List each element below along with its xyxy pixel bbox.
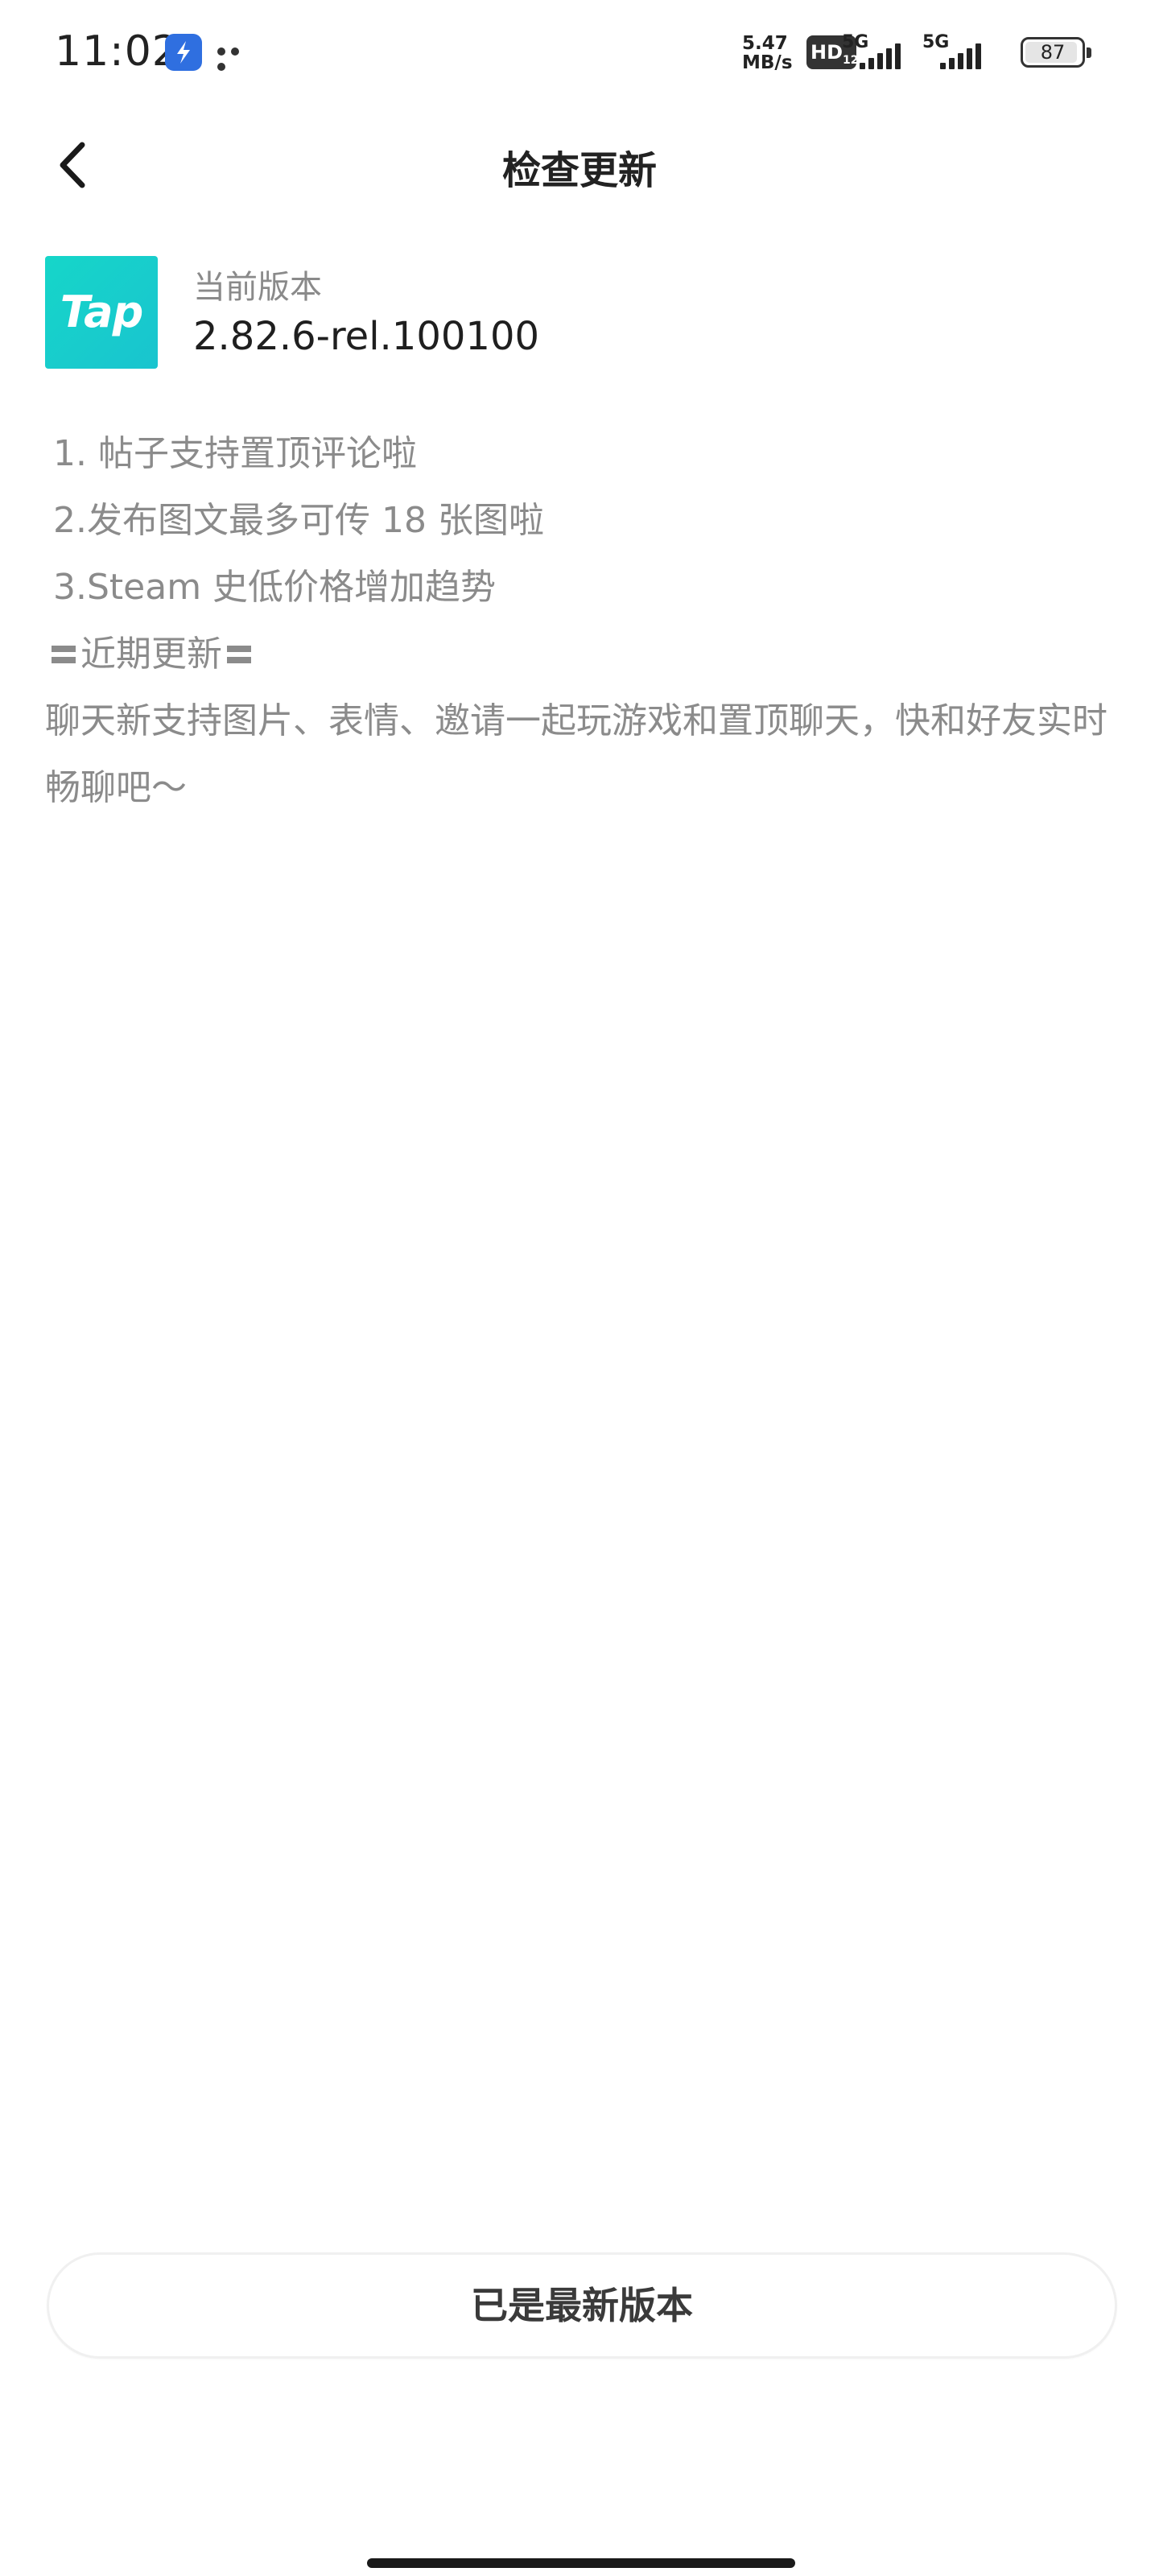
network-speed-value: 5.47 [742,33,788,54]
release-note-item: 1. 帖子支持置顶评论啦 [53,433,417,474]
release-note-item: 3.Steam 史低价格增加趋势 [53,567,497,608]
status-time: 11:02 [55,27,179,76]
current-version-value: 2.82.6-rel.100100 [193,314,540,359]
signal-5g-icon-2: 5G [922,32,988,71]
recent-updates-heading: 近期更新 [45,621,1124,687]
current-version-label: 当前版本 [193,269,322,306]
network-speed-unit: MB/s [742,52,793,73]
recent-updates-text: 聊天新支持图片、表情、邀请一起玩游戏和置顶聊天，快和好友实时畅聊吧～ [45,700,1107,808]
status-bar: 11:02 5.47 MB/s HD12 5G 5G 87 [0,0,1159,105]
page-title: 检查更新 [501,148,657,193]
home-indicator[interactable] [367,2558,795,2568]
check-update-screen: 11:02 5.47 MB/s HD12 5G 5G 87 检查更新 Tap 当… [0,0,1159,2576]
equals-icon [52,646,76,663]
release-notes: 1. 帖子支持置顶评论啦 2.发布图文最多可传 18 张图啦 3.Steam 史… [45,420,1124,821]
logo-text: Tap [60,287,144,337]
more-dots-icon [217,43,253,71]
network-speed: 5.47 MB/s [742,34,803,72]
taptap-logo: Tap [45,256,158,369]
recent-updates-heading-text: 近期更新 [80,634,222,675]
signal-5g-icon-1: 5G [842,32,908,71]
equals-icon [227,646,251,663]
battery-icon: 87 [1021,37,1091,68]
battery-level: 87 [1040,41,1066,64]
notification-app-icon [165,34,202,71]
release-note-item: 2.发布图文最多可传 18 张图啦 [53,500,544,541]
already-latest-button[interactable]: 已是最新版本 [47,2252,1117,2359]
